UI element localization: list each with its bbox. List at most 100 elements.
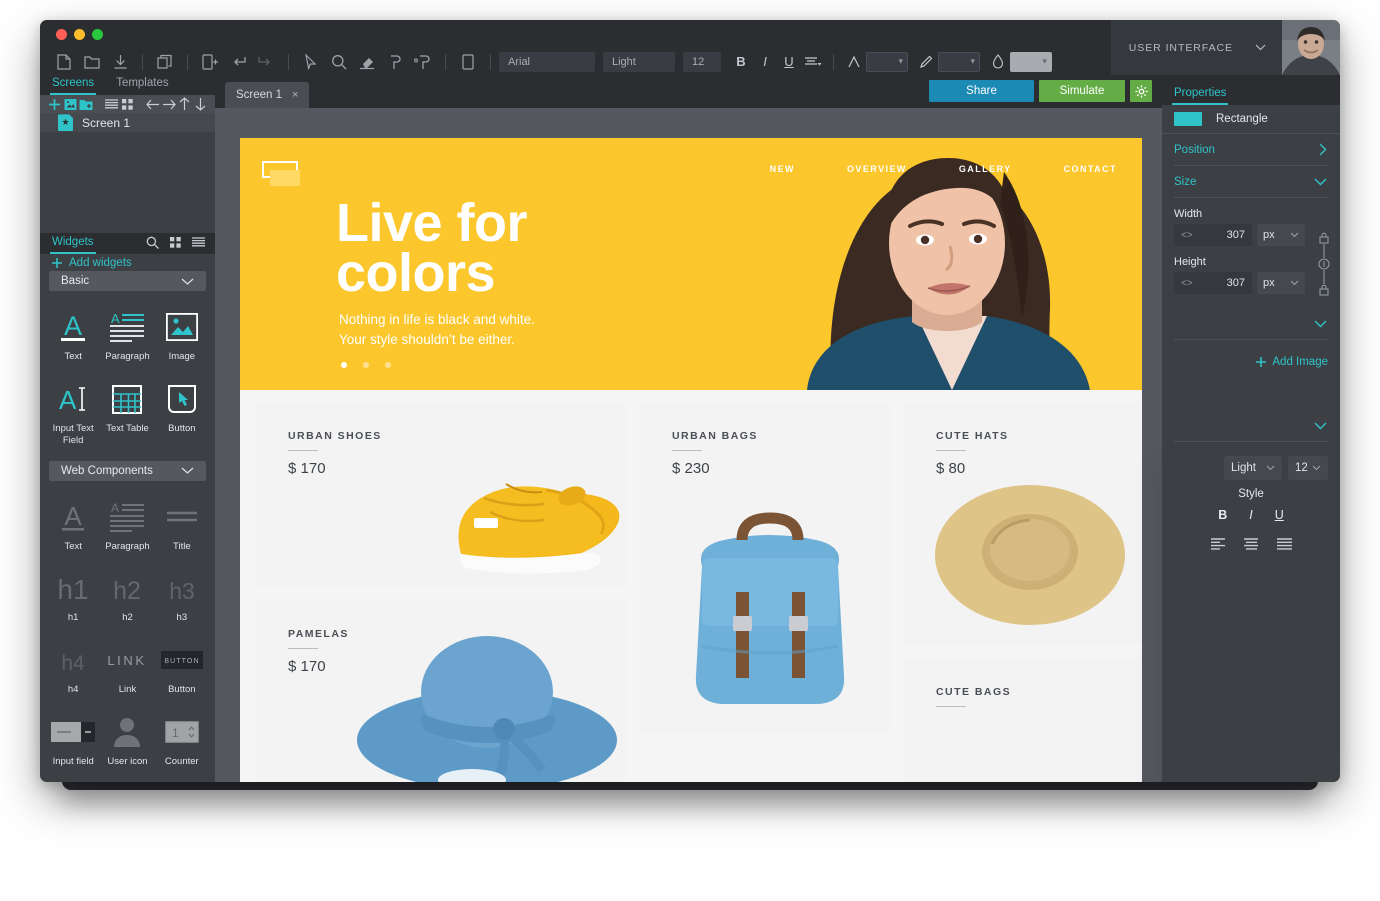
carousel-dot-active[interactable] <box>341 362 347 368</box>
section-size[interactable]: Size <box>1162 166 1340 197</box>
avatar[interactable] <box>1282 20 1340 75</box>
device-icon[interactable] <box>454 50 482 74</box>
underline-button[interactable]: U <box>777 51 801 73</box>
fill-color-swatch[interactable]: ▾ <box>1010 51 1052 72</box>
section-position[interactable]: Position <box>1162 134 1340 165</box>
nav-item-gallery[interactable]: GALLERY <box>959 164 1012 174</box>
duplicate-icon[interactable] <box>151 50 179 74</box>
object-color-swatch[interactable] <box>1174 112 1202 126</box>
cursor-icon[interactable] <box>297 50 325 74</box>
carousel-dot[interactable] <box>363 362 369 368</box>
opacity-drop-icon[interactable] <box>986 51 1010 73</box>
italic-button[interactable]: I <box>753 51 777 73</box>
close-icon[interactable]: × <box>292 89 298 101</box>
grid-view-icon[interactable] <box>121 95 135 113</box>
gear-icon[interactable] <box>1130 80 1152 102</box>
list-view-icon[interactable] <box>192 236 205 249</box>
new-file-icon[interactable] <box>50 50 78 74</box>
widget-h1[interactable]: h1 h1 <box>46 562 100 632</box>
close-window-button[interactable] <box>56 29 67 40</box>
widget-input-field[interactable]: Input field <box>46 706 100 776</box>
product-card[interactable]: URBAN BAGS $ 230 <box>640 402 890 732</box>
tab-templates[interactable]: Templates <box>116 77 168 95</box>
add-widgets-button[interactable]: Add widgets <box>40 253 215 272</box>
widget-link[interactable]: LINK Link <box>100 634 154 704</box>
user-interface-selector[interactable]: USER INTERFACE <box>1110 20 1282 75</box>
add-image-button[interactable]: Add Image <box>1162 340 1340 368</box>
maximize-window-button[interactable] <box>92 29 103 40</box>
widget-image[interactable]: Image <box>155 301 209 371</box>
section-image[interactable] <box>1162 308 1340 339</box>
search-icon[interactable] <box>146 236 159 249</box>
font-size-select[interactable]: 12 <box>1288 456 1328 480</box>
height-input[interactable]: <> 307 <box>1174 272 1252 294</box>
italic-button[interactable]: I <box>1249 508 1252 522</box>
minimize-window-button[interactable] <box>74 29 85 40</box>
arrow-right-icon[interactable] <box>162 95 176 113</box>
stroke-color-swatch[interactable]: ▾ <box>938 51 980 72</box>
align-icon[interactable] <box>801 51 825 73</box>
arrow-left-icon[interactable] <box>146 95 160 113</box>
carousel-dots[interactable] <box>341 362 391 368</box>
widget-title[interactable]: Title <box>155 491 209 561</box>
height-unit-select[interactable]: px <box>1257 272 1305 294</box>
text-color-swatch[interactable]: ▾ <box>866 51 908 72</box>
stepper-icon[interactable]: <> <box>1181 278 1193 289</box>
font-weight-select[interactable]: Light <box>603 51 675 72</box>
add-screen-icon[interactable] <box>196 50 224 74</box>
product-card[interactable]: PAMELAS $ 170 <box>256 600 626 782</box>
nav-item-contact[interactable]: CONTACT <box>1064 164 1117 174</box>
font-size-select[interactable]: 12 <box>683 51 721 72</box>
widget-paragraph[interactable]: A Paragraph <box>100 301 154 371</box>
tab-widgets[interactable]: Widgets <box>50 236 96 254</box>
widget-button[interactable]: Button <box>155 373 209 455</box>
section-typography[interactable] <box>1162 410 1340 441</box>
widget-h2[interactable]: h2 h2 <box>100 562 154 632</box>
font-family-select[interactable]: Arial <box>499 51 595 72</box>
paint-bucket-settings-icon[interactable] <box>409 50 437 74</box>
widget-text[interactable]: A Text <box>46 301 100 371</box>
eraser-icon[interactable] <box>353 50 381 74</box>
list-icon[interactable] <box>1276 538 1293 551</box>
bold-button[interactable]: B <box>1218 508 1227 522</box>
nav-item-overview[interactable]: OVERVIEW <box>847 164 907 174</box>
widget-text-table[interactable]: Text Table <box>100 373 154 455</box>
widget-input-text-field[interactable]: A Input Text Field <box>46 373 100 455</box>
bold-button[interactable]: B <box>729 51 753 73</box>
widget-group-basic[interactable]: Basic <box>49 271 206 292</box>
product-card[interactable]: CUTE HATS $ 80 <box>904 402 1142 644</box>
zoom-icon[interactable] <box>325 50 353 74</box>
arrow-up-icon[interactable] <box>178 95 192 113</box>
redo-icon[interactable] <box>252 50 280 74</box>
product-card[interactable]: CUTE BAGS <box>904 658 1142 782</box>
stepper-icon[interactable]: <> <box>1181 230 1193 241</box>
text-color-icon[interactable] <box>842 51 866 73</box>
add-folder-icon[interactable] <box>79 95 93 113</box>
widget-h4[interactable]: h4 h4 <box>46 634 100 704</box>
arrow-down-icon[interactable] <box>193 95 207 113</box>
width-input[interactable]: <> 307 <box>1174 224 1252 246</box>
tab-screen-1[interactable]: Screen 1 × <box>225 82 310 108</box>
undo-icon[interactable] <box>224 50 252 74</box>
list-item[interactable]: ★ Screen 1 <box>40 113 215 133</box>
widget-wc-text[interactable]: A Text <box>46 491 100 561</box>
product-card[interactable]: URBAN SHOES $ 170 <box>256 402 626 587</box>
pencil-icon[interactable] <box>914 51 938 73</box>
width-unit-select[interactable]: px <box>1257 224 1305 246</box>
simulate-button[interactable]: Simulate <box>1039 80 1125 102</box>
underline-button[interactable]: U <box>1275 508 1284 522</box>
nav-item-new[interactable]: NEW <box>770 164 795 174</box>
aspect-ratio-lock[interactable] <box>1318 232 1330 296</box>
tab-properties[interactable]: Properties <box>1171 87 1229 105</box>
widget-button-tag[interactable]: BUTTON Button <box>155 634 209 704</box>
align-center-icon[interactable] <box>1243 538 1260 551</box>
carousel-dot[interactable] <box>385 362 391 368</box>
share-button[interactable]: Share <box>929 80 1034 102</box>
download-icon[interactable] <box>106 50 134 74</box>
design-canvas[interactable]: NEW OVERVIEW GALLERY CONTACT Live for co… <box>215 108 1162 782</box>
widget-user-icon[interactable]: User icon <box>100 706 154 776</box>
widget-wc-paragraph[interactable]: A Paragraph <box>100 491 154 561</box>
font-weight-select[interactable]: Light <box>1224 456 1282 480</box>
list-view-icon[interactable] <box>105 95 119 113</box>
open-folder-icon[interactable] <box>78 50 106 74</box>
